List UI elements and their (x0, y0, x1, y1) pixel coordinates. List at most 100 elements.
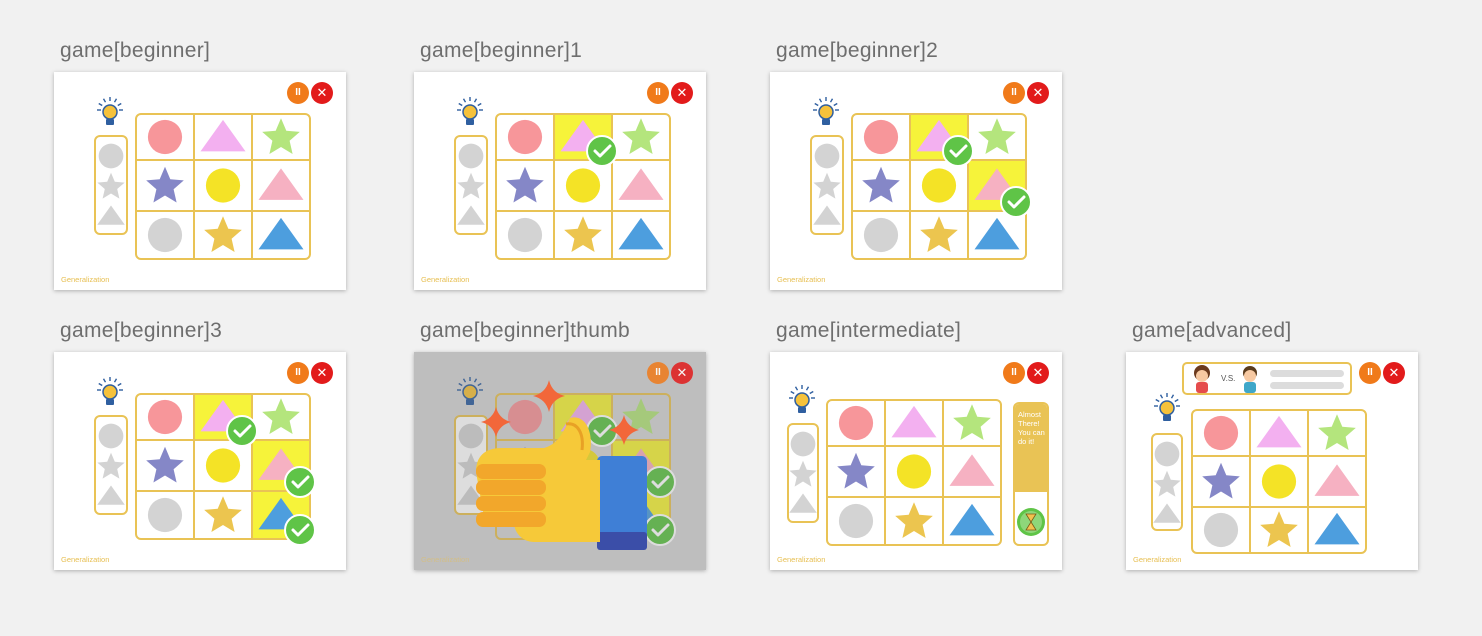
lightbulb-base (466, 119, 474, 125)
grid-circle-icon (921, 168, 957, 203)
thumb-finger (476, 496, 546, 511)
lightbulb-glass (102, 384, 118, 400)
lightbulb-base (822, 119, 830, 125)
grid-triangle-icon (200, 119, 246, 152)
pause-button[interactable]: II (1003, 82, 1025, 104)
grid-circle-icon (838, 405, 874, 441)
lightbulb-ray (833, 102, 838, 107)
lightbulb-ray (477, 102, 482, 107)
bank-circle-icon (814, 143, 840, 169)
grid-star-icon (895, 502, 933, 538)
artboard-title[interactable]: game[beginner]3 (60, 319, 222, 343)
grid-circle-icon (507, 119, 543, 155)
check-icon (1000, 186, 1032, 218)
grid-star-icon (146, 446, 184, 483)
artboard-canvas[interactable]: Almost There! You can do it! II ✕ Genera… (770, 352, 1062, 570)
lightbulb-icon (97, 97, 123, 125)
lightbulb-ray (473, 98, 478, 103)
close-button[interactable]: ✕ (671, 82, 693, 104)
grid-star-icon (953, 404, 991, 440)
grid-circle-icon (507, 217, 543, 253)
game-scene (810, 97, 1032, 260)
lightbulb-glass (102, 104, 118, 120)
bank-circle-icon (98, 143, 124, 169)
artboard-title[interactable]: game[intermediate] (776, 319, 961, 343)
grid-star-icon (837, 452, 875, 489)
bank-circle-icon (790, 431, 816, 457)
pause-button[interactable]: II (647, 82, 669, 104)
grid-circle-icon (1261, 464, 1297, 499)
check-icon (284, 466, 316, 498)
game-scene (1151, 393, 1367, 554)
grid-triangle-icon (974, 217, 1020, 250)
shape-bank (810, 135, 844, 235)
footer-label: Generalization (1133, 555, 1182, 564)
thumb-finger (476, 512, 546, 527)
check-icon (284, 514, 316, 546)
artboard-title[interactable]: game[beginner]thumb (420, 319, 630, 343)
pause-button[interactable]: II (647, 362, 669, 384)
grid-star-icon (920, 216, 958, 252)
shape-grid (135, 393, 316, 546)
lightbulb-base (1163, 415, 1171, 421)
lightbulb-ray (462, 98, 467, 103)
lightbulb-icon (97, 377, 123, 405)
game-scene (94, 377, 316, 546)
grid-star-icon (1260, 511, 1298, 547)
lightbulb-ray (1155, 398, 1160, 403)
close-button[interactable]: ✕ (1383, 362, 1405, 384)
lightbulb-ray (809, 390, 814, 395)
artboard-title[interactable]: game[beginner]1 (420, 39, 582, 63)
artboard-canvas[interactable]: V.S. II ✕ Generalization (1126, 352, 1418, 570)
artboard-title[interactable]: game[beginner]2 (776, 39, 938, 63)
grid-star-icon (1318, 414, 1356, 450)
close-button[interactable]: ✕ (311, 82, 333, 104)
lightbulb-ray (113, 98, 118, 103)
check-icon (226, 415, 258, 447)
pause-button[interactable]: II (287, 82, 309, 104)
artboard-title[interactable]: game[advanced] (1132, 319, 1291, 343)
check-icon (942, 135, 974, 167)
grid-triangle-icon (1314, 464, 1360, 496)
grid-star-icon (564, 216, 602, 252)
shape-grid (851, 113, 1032, 260)
artboard-canvas[interactable]: II ✕ Generalization (54, 72, 346, 290)
artboard-canvas[interactable]: II ✕ Generalization (54, 352, 346, 570)
grid-circle-icon (838, 503, 874, 539)
bank-circle-icon (458, 143, 484, 169)
artboard-canvas[interactable]: II ✕ Generalization (414, 352, 706, 570)
close-button[interactable]: ✕ (311, 362, 333, 384)
grid-triangle-icon (258, 217, 304, 250)
lightbulb-ray (1159, 394, 1164, 399)
artboard-title[interactable]: game[beginner] (60, 39, 210, 63)
lightbulb-base (798, 407, 806, 413)
close-button[interactable]: ✕ (1027, 362, 1049, 384)
lightbulb-glass (462, 104, 478, 120)
lightbulb-ray (805, 386, 810, 391)
hint-panel: Almost There! You can do it! (1013, 402, 1049, 546)
close-button[interactable]: ✕ (1027, 82, 1049, 104)
game-scene (94, 97, 311, 260)
footer-label: Generalization (421, 555, 470, 564)
grid-triangle-icon (1256, 415, 1302, 448)
pause-button[interactable]: II (1359, 362, 1381, 384)
lightbulb-glass (818, 104, 834, 120)
lightbulb-ray (117, 382, 122, 387)
pause-button[interactable]: II (1003, 362, 1025, 384)
pause-button[interactable]: II (287, 362, 309, 384)
shape-grid (495, 113, 671, 260)
grid-star-icon (622, 118, 660, 154)
grid-star-icon (204, 496, 242, 532)
shape-bank (454, 135, 488, 235)
shape-bank (94, 135, 128, 235)
footer-label: Generalization (61, 275, 110, 284)
artboard-canvas[interactable]: II ✕ Generalization (770, 72, 1062, 290)
check-icon (586, 135, 618, 167)
lightbulb-glass (1159, 400, 1175, 416)
grid-star-icon (978, 118, 1016, 154)
grid-circle-icon (565, 168, 601, 203)
close-button[interactable]: ✕ (671, 362, 693, 384)
grid-star-icon (204, 216, 242, 252)
game-scene (454, 97, 671, 260)
artboard-canvas[interactable]: II ✕ Generalization (414, 72, 706, 290)
